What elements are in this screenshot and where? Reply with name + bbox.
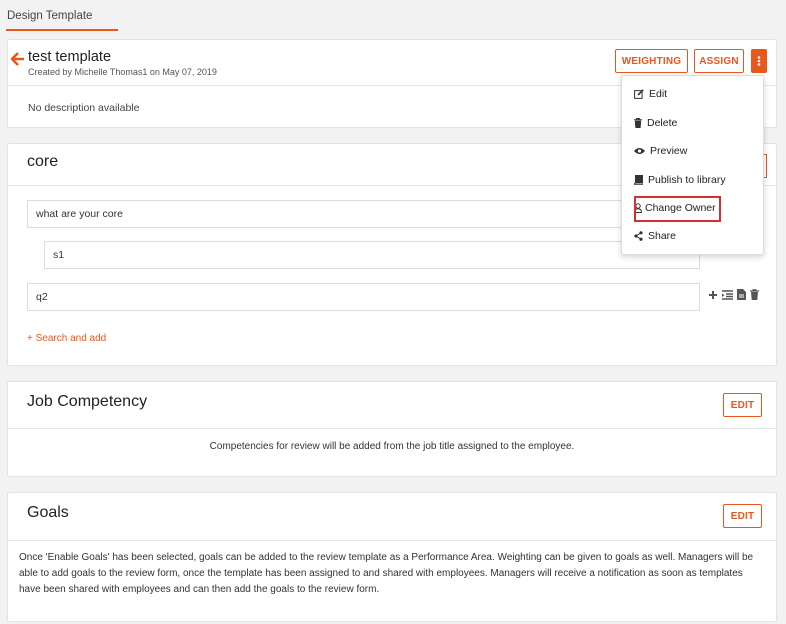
active-tab-indicator bbox=[6, 29, 118, 31]
goals-edit-button[interactable]: EDIT bbox=[723, 504, 762, 528]
change-owner-highlight bbox=[634, 196, 721, 222]
template-description: No description available bbox=[28, 102, 140, 114]
document-icon[interactable] bbox=[737, 289, 746, 300]
tab-bar: Design Template bbox=[0, 0, 786, 32]
back-arrow-icon[interactable] bbox=[11, 52, 25, 66]
goals-card: Goals EDIT Once 'Enable Goals' has been … bbox=[7, 492, 777, 622]
subquestion-field-s1[interactable]: s1 bbox=[44, 241, 700, 269]
goals-divider bbox=[8, 540, 776, 541]
job-competency-divider bbox=[8, 428, 776, 429]
eye-icon bbox=[634, 148, 645, 154]
job-competency-title: Job Competency bbox=[27, 393, 148, 410]
menu-item-preview-label: Preview bbox=[650, 145, 688, 157]
question-field-core[interactable]: what are your core bbox=[27, 200, 647, 228]
menu-item-publish-label: Publish to library bbox=[648, 174, 726, 186]
q2-actions bbox=[708, 289, 759, 300]
book-icon bbox=[634, 175, 643, 185]
goals-description: Once 'Enable Goals' has been selected, g… bbox=[19, 552, 754, 595]
job-competency-edit-button[interactable]: EDIT bbox=[723, 393, 762, 417]
menu-item-delete-label: Delete bbox=[647, 117, 678, 129]
template-title: test template bbox=[28, 49, 112, 65]
vertical-dots-icon bbox=[757, 56, 761, 66]
menu-item-edit[interactable]: Edit bbox=[634, 86, 667, 102]
add-icon[interactable] bbox=[708, 290, 718, 300]
tab-design-template[interactable]: Design Template bbox=[7, 10, 92, 22]
menu-item-edit-label: Edit bbox=[649, 88, 668, 100]
menu-item-preview[interactable]: Preview bbox=[634, 143, 687, 159]
trash-icon[interactable] bbox=[750, 289, 759, 300]
assign-button[interactable]: ASSIGN bbox=[694, 49, 744, 73]
goals-title: Goals bbox=[27, 504, 69, 521]
question-field-q2[interactable]: q2 bbox=[27, 283, 700, 311]
menu-item-share[interactable]: Share bbox=[634, 228, 676, 244]
template-created-by: Created by Michelle Thomas1 on May 07, 2… bbox=[28, 67, 217, 77]
menu-item-share-label: Share bbox=[648, 230, 677, 242]
more-options-menu: Edit Delete Preview Publish to library C… bbox=[621, 75, 764, 255]
job-competency-text: Competencies for review will be added fr… bbox=[209, 441, 575, 452]
core-section-title: core bbox=[27, 153, 59, 170]
trash-icon bbox=[634, 118, 642, 128]
share-icon bbox=[634, 231, 643, 241]
weighting-button[interactable]: WEIGHTING bbox=[615, 49, 688, 73]
menu-item-delete[interactable]: Delete bbox=[634, 115, 677, 131]
menu-item-publish[interactable]: Publish to library bbox=[634, 172, 726, 188]
more-options-button[interactable] bbox=[751, 49, 767, 73]
edit-icon bbox=[634, 89, 644, 99]
search-and-add-link[interactable]: + Search and add bbox=[27, 333, 106, 344]
list-indent-icon[interactable] bbox=[722, 289, 733, 300]
job-competency-card: Job Competency EDIT Competencies for rev… bbox=[7, 381, 777, 477]
